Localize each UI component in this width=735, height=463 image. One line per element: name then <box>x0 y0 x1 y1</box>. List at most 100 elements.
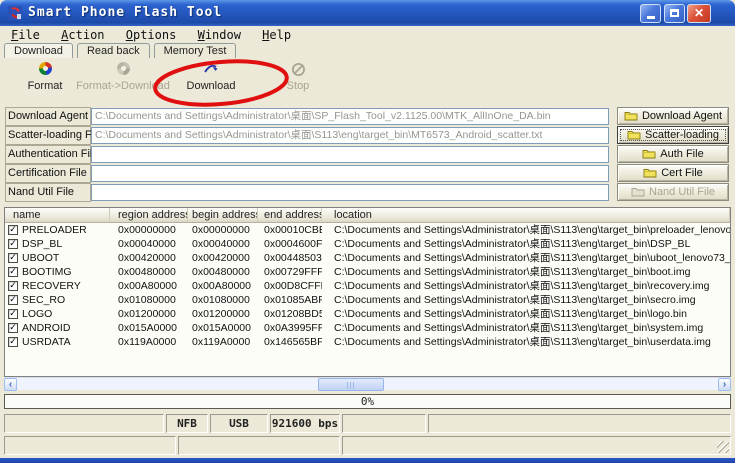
scatter-loading-browse-button[interactable]: Scatter-loading <box>617 126 729 144</box>
menu-file[interactable]: File <box>4 27 47 43</box>
close-button[interactable]: ✕ <box>687 4 711 23</box>
folder-icon <box>627 129 641 140</box>
minimize-icon <box>647 16 655 19</box>
row-checkbox[interactable] <box>8 239 18 249</box>
region-address: 0x015A0000 <box>110 321 188 335</box>
table-row[interactable]: UBOOT 0x00420000 0x00420000 0x00448503 C… <box>5 251 730 265</box>
end-address: 0x00448503 <box>258 251 322 265</box>
minimize-button[interactable] <box>640 4 661 23</box>
begin-address: 0x00040000 <box>188 237 258 251</box>
app-window: Smart Phone Flash Tool ✕ File Action Opt… <box>0 0 735 463</box>
region-address: 0x00480000 <box>110 265 188 279</box>
close-icon: ✕ <box>694 6 704 20</box>
status-bar-secondary <box>4 436 731 455</box>
auth-file-browse-button[interactable]: Auth File <box>617 145 729 163</box>
col-begin-address[interactable]: begin address <box>188 208 258 223</box>
table-row[interactable]: USRDATA 0x119A0000 0x119A0000 0x146565BF… <box>5 335 730 349</box>
status-cell-empty <box>4 414 164 433</box>
folder-icon-disabled <box>631 186 645 197</box>
end-address: 0x0004600F <box>258 237 322 251</box>
scroll-left-arrow-icon[interactable]: ‹ <box>4 378 17 391</box>
scatter-file-field[interactable]: C:\Documents and Settings\Administrator\… <box>91 127 609 144</box>
folder-icon <box>624 110 638 121</box>
maximize-button[interactable] <box>664 4 685 23</box>
nand-util-browse-button[interactable]: Nand Util File <box>617 183 729 201</box>
file-location: C:\Documents and Settings\Administrator\… <box>322 223 730 237</box>
download-label: Download <box>187 80 236 92</box>
menu-help[interactable]: Help <box>255 27 298 43</box>
row-checkbox[interactable] <box>8 309 18 319</box>
region-address: 0x00A80000 <box>110 279 188 293</box>
row-checkbox[interactable] <box>8 323 18 333</box>
begin-address: 0x00420000 <box>188 251 258 265</box>
tab-read-back[interactable]: Read back <box>77 43 150 58</box>
download-button[interactable]: Download <box>171 62 251 92</box>
partition-table-header: name region address begin address end ad… <box>5 208 730 223</box>
col-name[interactable]: name <box>5 208 110 223</box>
scroll-right-arrow-icon[interactable]: › <box>718 378 731 391</box>
file-location: C:\Documents and Settings\Administrator\… <box>322 321 730 335</box>
begin-address: 0x00000000 <box>188 223 258 237</box>
partition-name: DSP_BL <box>22 237 62 251</box>
window-border-bottom <box>0 458 735 463</box>
end-address: 0x00010CBB <box>258 223 322 237</box>
status-cell-empty <box>428 414 731 433</box>
toolbar: Format Format->Download Download Stop <box>0 58 735 104</box>
row-checkbox[interactable] <box>8 337 18 347</box>
format-download-button[interactable]: Format->Download <box>68 62 178 92</box>
table-row[interactable]: BOOTIMG 0x00480000 0x00480000 0x00729FFF… <box>5 265 730 279</box>
cert-file-browse-button[interactable]: Cert File <box>617 164 729 182</box>
menu-action[interactable]: Action <box>54 27 111 43</box>
partition-name: BOOTIMG <box>22 265 72 279</box>
file-location: C:\Documents and Settings\Administrator\… <box>322 335 730 349</box>
auth-file-browse-label: Auth File <box>660 148 703 160</box>
status-cell-connection: USB <box>210 414 268 433</box>
begin-address: 0x00480000 <box>188 265 258 279</box>
menu-window[interactable]: Window <box>191 27 248 43</box>
row-checkbox[interactable] <box>8 225 18 235</box>
file-location: C:\Documents and Settings\Administrator\… <box>322 307 730 321</box>
stop-button[interactable]: Stop <box>263 62 333 92</box>
resize-grip[interactable] <box>717 441 729 453</box>
scrollbar-thumb[interactable] <box>318 378 384 391</box>
nand-util-label: Nand Util File <box>5 183 91 202</box>
nand-util-field[interactable] <box>91 184 609 201</box>
download-agent-browse-label: Download Agent <box>642 110 722 122</box>
table-row[interactable]: ANDROID 0x015A0000 0x015A0000 0x0A3995FF… <box>5 321 730 335</box>
row-checkbox[interactable] <box>8 281 18 291</box>
tab-memory-test[interactable]: Memory Test <box>154 43 237 58</box>
end-address: 0x01085ABF <box>258 293 322 307</box>
auth-file-label: Authentication File <box>5 145 91 164</box>
cert-file-field[interactable] <box>91 165 609 182</box>
region-address: 0x00040000 <box>110 237 188 251</box>
row-checkbox[interactable] <box>8 267 18 277</box>
horizontal-scrollbar[interactable]: ‹ › <box>4 377 731 390</box>
end-address: 0x146565BF <box>258 335 322 349</box>
table-row[interactable]: RECOVERY 0x00A80000 0x00A80000 0x00D8CFF… <box>5 279 730 293</box>
status-cell-baudrate: 921600 bps <box>270 414 340 433</box>
begin-address: 0x015A0000 <box>188 321 258 335</box>
table-row[interactable]: DSP_BL 0x00040000 0x00040000 0x0004600F … <box>5 237 730 251</box>
col-location[interactable]: location <box>322 208 730 223</box>
download-agent-label: Download Agent <box>5 107 91 126</box>
col-end-address[interactable]: end address <box>258 208 322 223</box>
row-checkbox[interactable] <box>8 253 18 263</box>
download-agent-field[interactable]: C:\Documents and Settings\Administrator\… <box>91 108 609 125</box>
progress-bar: 0% <box>4 394 731 409</box>
region-address: 0x00000000 <box>110 223 188 237</box>
download-agent-browse-button[interactable]: Download Agent <box>617 107 729 125</box>
tab-download[interactable]: Download <box>4 43 73 58</box>
col-region-address[interactable]: region address <box>110 208 188 223</box>
table-row[interactable]: LOGO 0x01200000 0x01200000 0x01208BD5 C:… <box>5 307 730 321</box>
format-download-label: Format->Download <box>76 80 170 92</box>
format-download-icon <box>117 62 130 75</box>
auth-file-field[interactable] <box>91 146 609 163</box>
region-address: 0x01080000 <box>110 293 188 307</box>
row-checkbox[interactable] <box>8 295 18 305</box>
table-row[interactable]: SEC_RO 0x01080000 0x01080000 0x01085ABF … <box>5 293 730 307</box>
download-arrow-icon <box>202 62 220 75</box>
region-address: 0x01200000 <box>110 307 188 321</box>
menu-options[interactable]: Options <box>119 27 184 43</box>
table-row[interactable]: PRELOADER 0x00000000 0x00000000 0x00010C… <box>5 223 730 237</box>
nand-util-browse-label: Nand Util File <box>649 186 715 198</box>
